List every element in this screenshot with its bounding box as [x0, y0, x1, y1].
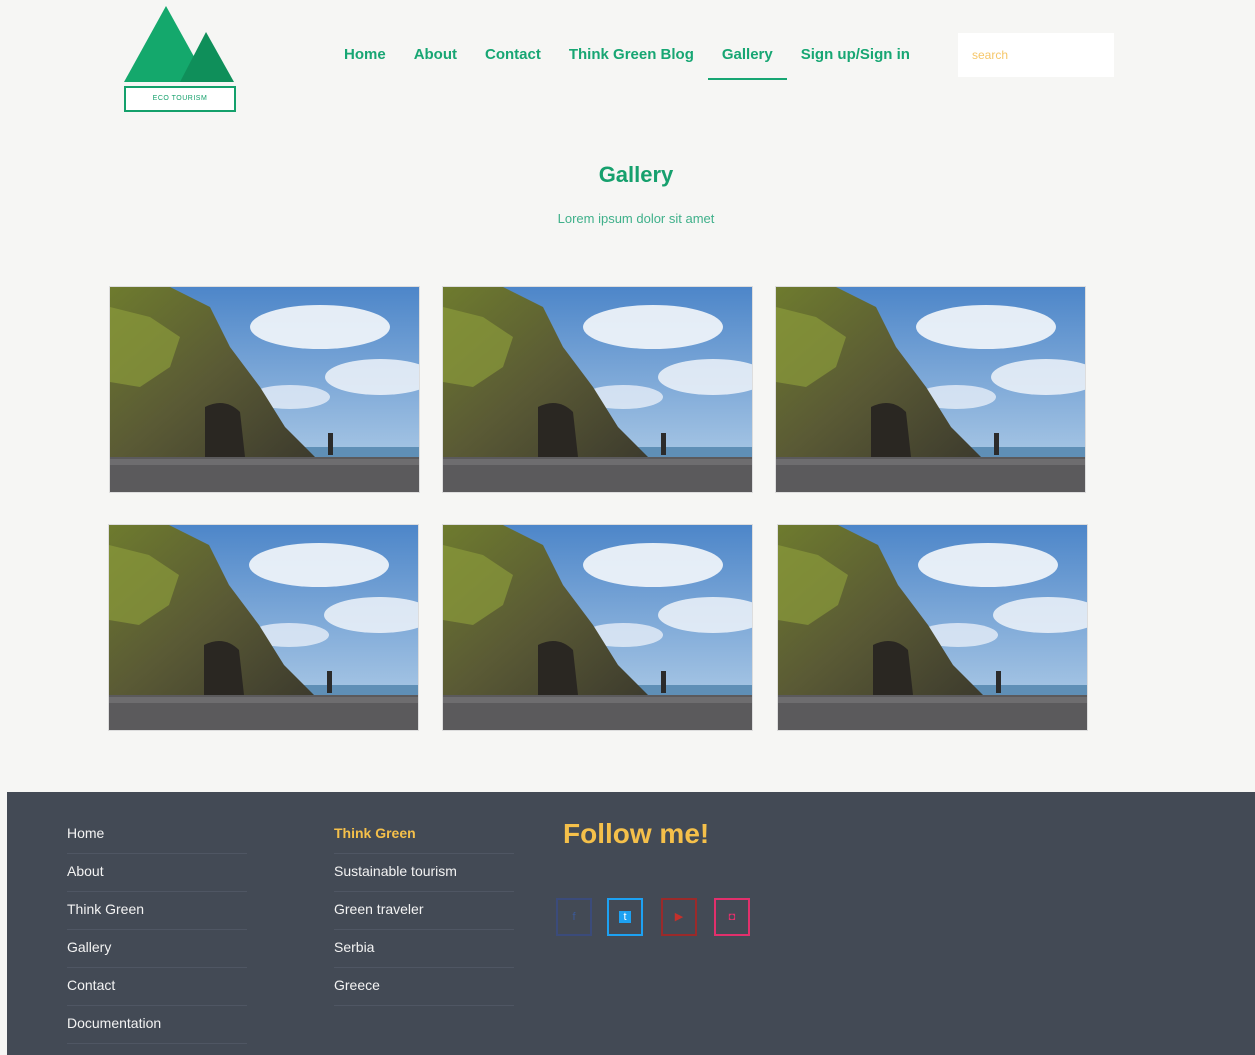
landscape-photo	[776, 287, 1085, 492]
nav-sign-in[interactable]: Sign up/Sign in	[787, 40, 924, 80]
facebook-icon: f	[572, 911, 576, 923]
footer-link-serbia[interactable]: Serbia	[334, 930, 514, 968]
gallery-image[interactable]	[777, 524, 1088, 731]
nav-gallery[interactable]: Gallery	[707, 40, 787, 80]
footer-link-sustainable-tourism[interactable]: Sustainable tourism	[334, 854, 514, 892]
landscape-photo	[443, 287, 752, 492]
site-header: ECO TOURISM Home About Contact Think Gre…	[0, 0, 1255, 130]
facebook-button[interactable]: f	[556, 898, 592, 936]
page-subtitle: Lorem ipsum dolor sit amet	[557, 211, 715, 226]
twitter-button[interactable]: t	[607, 898, 643, 936]
site-footer: Home About Think Green Gallery Contact D…	[7, 792, 1255, 1055]
footer-link-green-traveler[interactable]: Green traveler	[334, 892, 514, 930]
youtube-button[interactable]: ▶	[661, 898, 697, 936]
nav-home[interactable]: Home	[330, 40, 400, 80]
landscape-photo	[109, 525, 418, 730]
twitter-icon: t	[619, 911, 631, 923]
site-logo[interactable]: ECO TOURISM	[122, 4, 238, 112]
landscape-photo	[443, 525, 752, 730]
nav-about[interactable]: About	[400, 40, 471, 80]
footer-links-blog: Think Green Sustainable tourism Green tr…	[334, 816, 514, 1006]
landscape-photo	[110, 287, 419, 492]
footer-link-about[interactable]: About	[67, 854, 247, 892]
gallery-image[interactable]	[109, 286, 420, 493]
search-input[interactable]	[958, 33, 1114, 77]
page-title: Gallery	[598, 162, 674, 187]
instagram-icon: ◘	[728, 911, 736, 923]
footer-link-gallery[interactable]: Gallery	[67, 930, 247, 968]
follow-title: Follow me!	[563, 818, 710, 849]
nav-contact[interactable]: Contact	[471, 40, 555, 80]
nav-think-green-blog[interactable]: Think Green Blog	[555, 40, 708, 80]
footer-link-home[interactable]: Home	[67, 816, 247, 854]
mountain-logo-icon	[124, 6, 234, 82]
footer-link-documentation[interactable]: Documentation	[67, 1006, 247, 1044]
gallery-image[interactable]	[442, 524, 753, 731]
footer-heading-think-green[interactable]: Think Green	[334, 816, 514, 854]
footer-link-greece[interactable]: Greece	[334, 968, 514, 1006]
main-nav: Home About Contact Think Green Blog Gall…	[330, 40, 924, 80]
instagram-button[interactable]: ◘	[714, 898, 750, 936]
landscape-photo	[778, 525, 1087, 730]
footer-link-contact[interactable]: Contact	[67, 968, 247, 1006]
footer-links-main: Home About Think Green Gallery Contact D…	[67, 816, 247, 1044]
gallery-image[interactable]	[108, 524, 419, 731]
footer-link-think-green[interactable]: Think Green	[67, 892, 247, 930]
gallery-image[interactable]	[442, 286, 753, 493]
youtube-icon: ▶	[674, 911, 684, 923]
logo-text: ECO TOURISM	[124, 86, 236, 112]
gallery-image[interactable]	[775, 286, 1086, 493]
